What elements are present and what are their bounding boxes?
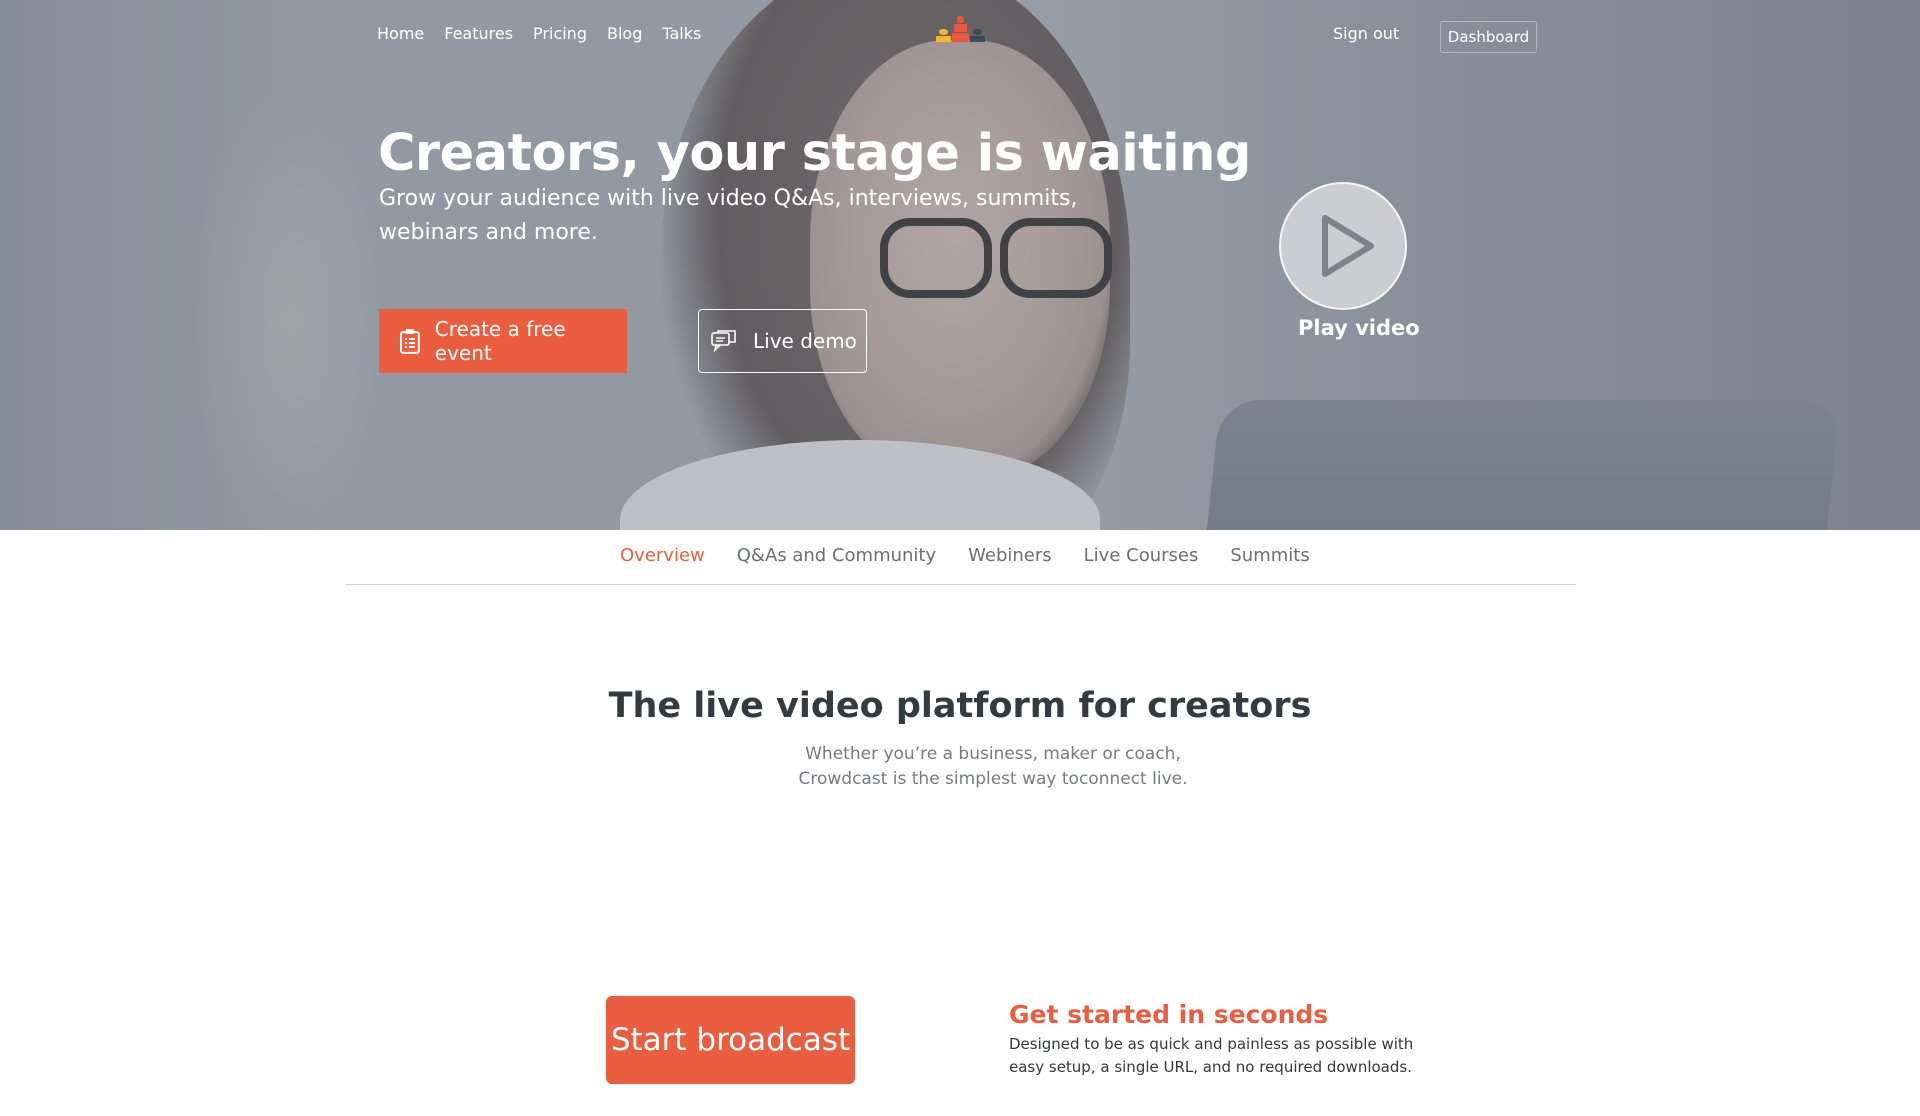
platform-description-line-1: Whether you’re a business, maker or coac…	[805, 744, 1181, 764]
sign-out-link[interactable]: Sign out	[1333, 24, 1399, 43]
create-free-event-button[interactable]: Create a free event	[379, 309, 627, 373]
nav-home-link[interactable]: Home	[377, 24, 424, 43]
feature-tabs: Overview Q&As and Community Webiners Liv…	[345, 530, 1576, 585]
tab-overview[interactable]: Overview	[620, 545, 705, 566]
live-demo-label: Live demo	[753, 329, 857, 353]
nav-pricing-link[interactable]: Pricing	[533, 24, 587, 43]
play-video-button[interactable]	[1279, 182, 1407, 310]
hero-title: Creators, your stage is waiting	[378, 124, 1251, 183]
get-started-description: Designed to be as quick and painless as …	[1009, 1035, 1414, 1076]
nav-talks-link[interactable]: Talks	[662, 24, 701, 43]
hero-subtitle: Grow your audience with live video Q&As,…	[379, 186, 1078, 245]
create-free-event-label: Create a free event	[434, 317, 566, 365]
play-video-label[interactable]: Play video	[1298, 316, 1420, 340]
platform-heading: The live video platform for creators	[608, 686, 1312, 726]
hero-banner	[0, 0, 1920, 530]
dashboard-button[interactable]: Dashboard	[1440, 21, 1537, 53]
live-demo-button[interactable]: Live demo	[698, 309, 867, 373]
tab-qas-community[interactable]: Q&As and Community	[737, 545, 936, 566]
tab-webinars[interactable]: Webiners	[968, 545, 1052, 566]
tab-summits[interactable]: Summits	[1230, 545, 1309, 566]
play-icon	[1322, 215, 1374, 277]
main-nav: Home Features Pricing Blog Talks	[377, 24, 701, 43]
hero-overlay	[0, 0, 1920, 530]
platform-description-line-2: Crowdcast is the simplest way toconnect …	[798, 769, 1188, 789]
platform-description: Whether you’re a business, maker or coac…	[0, 742, 1920, 792]
chat-bubbles-icon	[711, 330, 736, 353]
nav-blog-link[interactable]: Blog	[607, 24, 642, 43]
get-started-heading: Get started in seconds	[1009, 1000, 1329, 1029]
tab-live-courses[interactable]: Live Courses	[1084, 545, 1199, 566]
nav-features-link[interactable]: Features	[444, 24, 513, 43]
clipboard-icon	[399, 329, 420, 354]
crowdcast-logo[interactable]	[933, 14, 987, 44]
start-broadcast-button[interactable]: Start broadcast	[606, 996, 855, 1084]
